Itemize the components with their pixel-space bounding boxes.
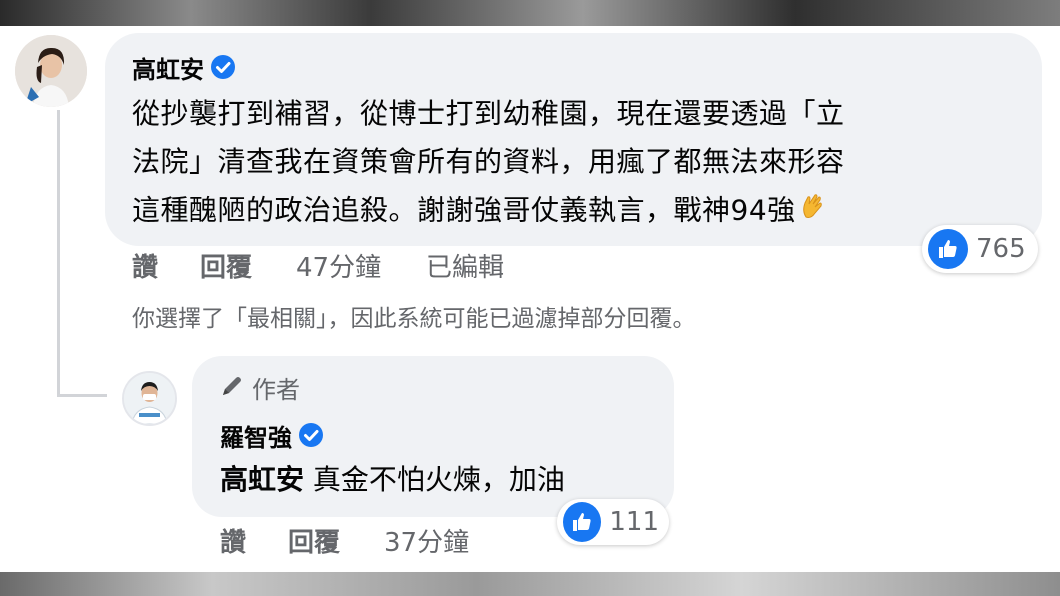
person-photo-icon	[124, 373, 175, 424]
comment-timestamp[interactable]: 37分鐘	[384, 527, 469, 559]
author-badge-label: 作者	[252, 376, 300, 404]
reply-button[interactable]: 回覆	[288, 527, 340, 559]
thread-connector-line	[57, 110, 60, 397]
clap-hands-emoji-icon	[798, 191, 830, 232]
thumbs-up-icon	[563, 502, 602, 542]
thumbs-up-icon	[928, 229, 968, 269]
edited-label[interactable]: 已編輯	[426, 252, 504, 284]
comment-text-line-content: 這種醜陋的政治追殺。謝謝強哥仗義執言，戰神94強	[132, 193, 796, 227]
thread-connector-elbow	[57, 394, 107, 397]
verified-badge-icon	[210, 54, 236, 88]
verified-badge-icon	[298, 422, 324, 456]
comment-text-line: 法院」清查我在資策會所有的資料，用瘋了都無法來形容	[132, 145, 845, 178]
video-frame-top-band	[0, 0, 1060, 26]
reply-comment-author[interactable]: 羅智強	[220, 422, 324, 456]
main-comment-author[interactable]: 高虹安	[132, 54, 236, 88]
reply-text-content: 真金不怕火煉，加油	[312, 463, 565, 496]
reply-button[interactable]: 回覆	[200, 252, 252, 284]
reply-text: 高虹安 真金不怕火煉，加油	[220, 462, 565, 498]
reply-avatar[interactable]	[122, 371, 177, 426]
comment-text-line: 這種醜陋的政治追殺。謝謝強哥仗義執言，戰神94強	[132, 191, 830, 232]
author-name[interactable]: 羅智強	[220, 424, 292, 452]
reaction-summary[interactable]: 111	[557, 499, 669, 545]
reaction-summary[interactable]: 765	[922, 225, 1038, 273]
filter-notice: 你選擇了「最相關」，因此系統可能已過濾掉部分回覆。	[132, 306, 696, 332]
pencil-icon	[220, 374, 244, 406]
reaction-count: 111	[609, 507, 659, 537]
person-photo-icon	[15, 35, 87, 107]
commenter-avatar[interactable]	[15, 35, 87, 107]
comment-timestamp[interactable]: 47分鐘	[296, 252, 381, 284]
author-name[interactable]: 高虹安	[132, 56, 204, 84]
video-frame-bottom-band	[0, 572, 1060, 596]
author-badge: 作者	[220, 374, 300, 406]
reaction-count: 765	[976, 234, 1026, 264]
mention-link[interactable]: 高虹安	[220, 463, 304, 496]
like-button[interactable]: 讚	[220, 527, 246, 559]
comment-text-line: 從抄襲打到補習，從博士打到幼稚園，現在還要透過「立	[132, 97, 845, 130]
like-button[interactable]: 讚	[132, 252, 158, 284]
